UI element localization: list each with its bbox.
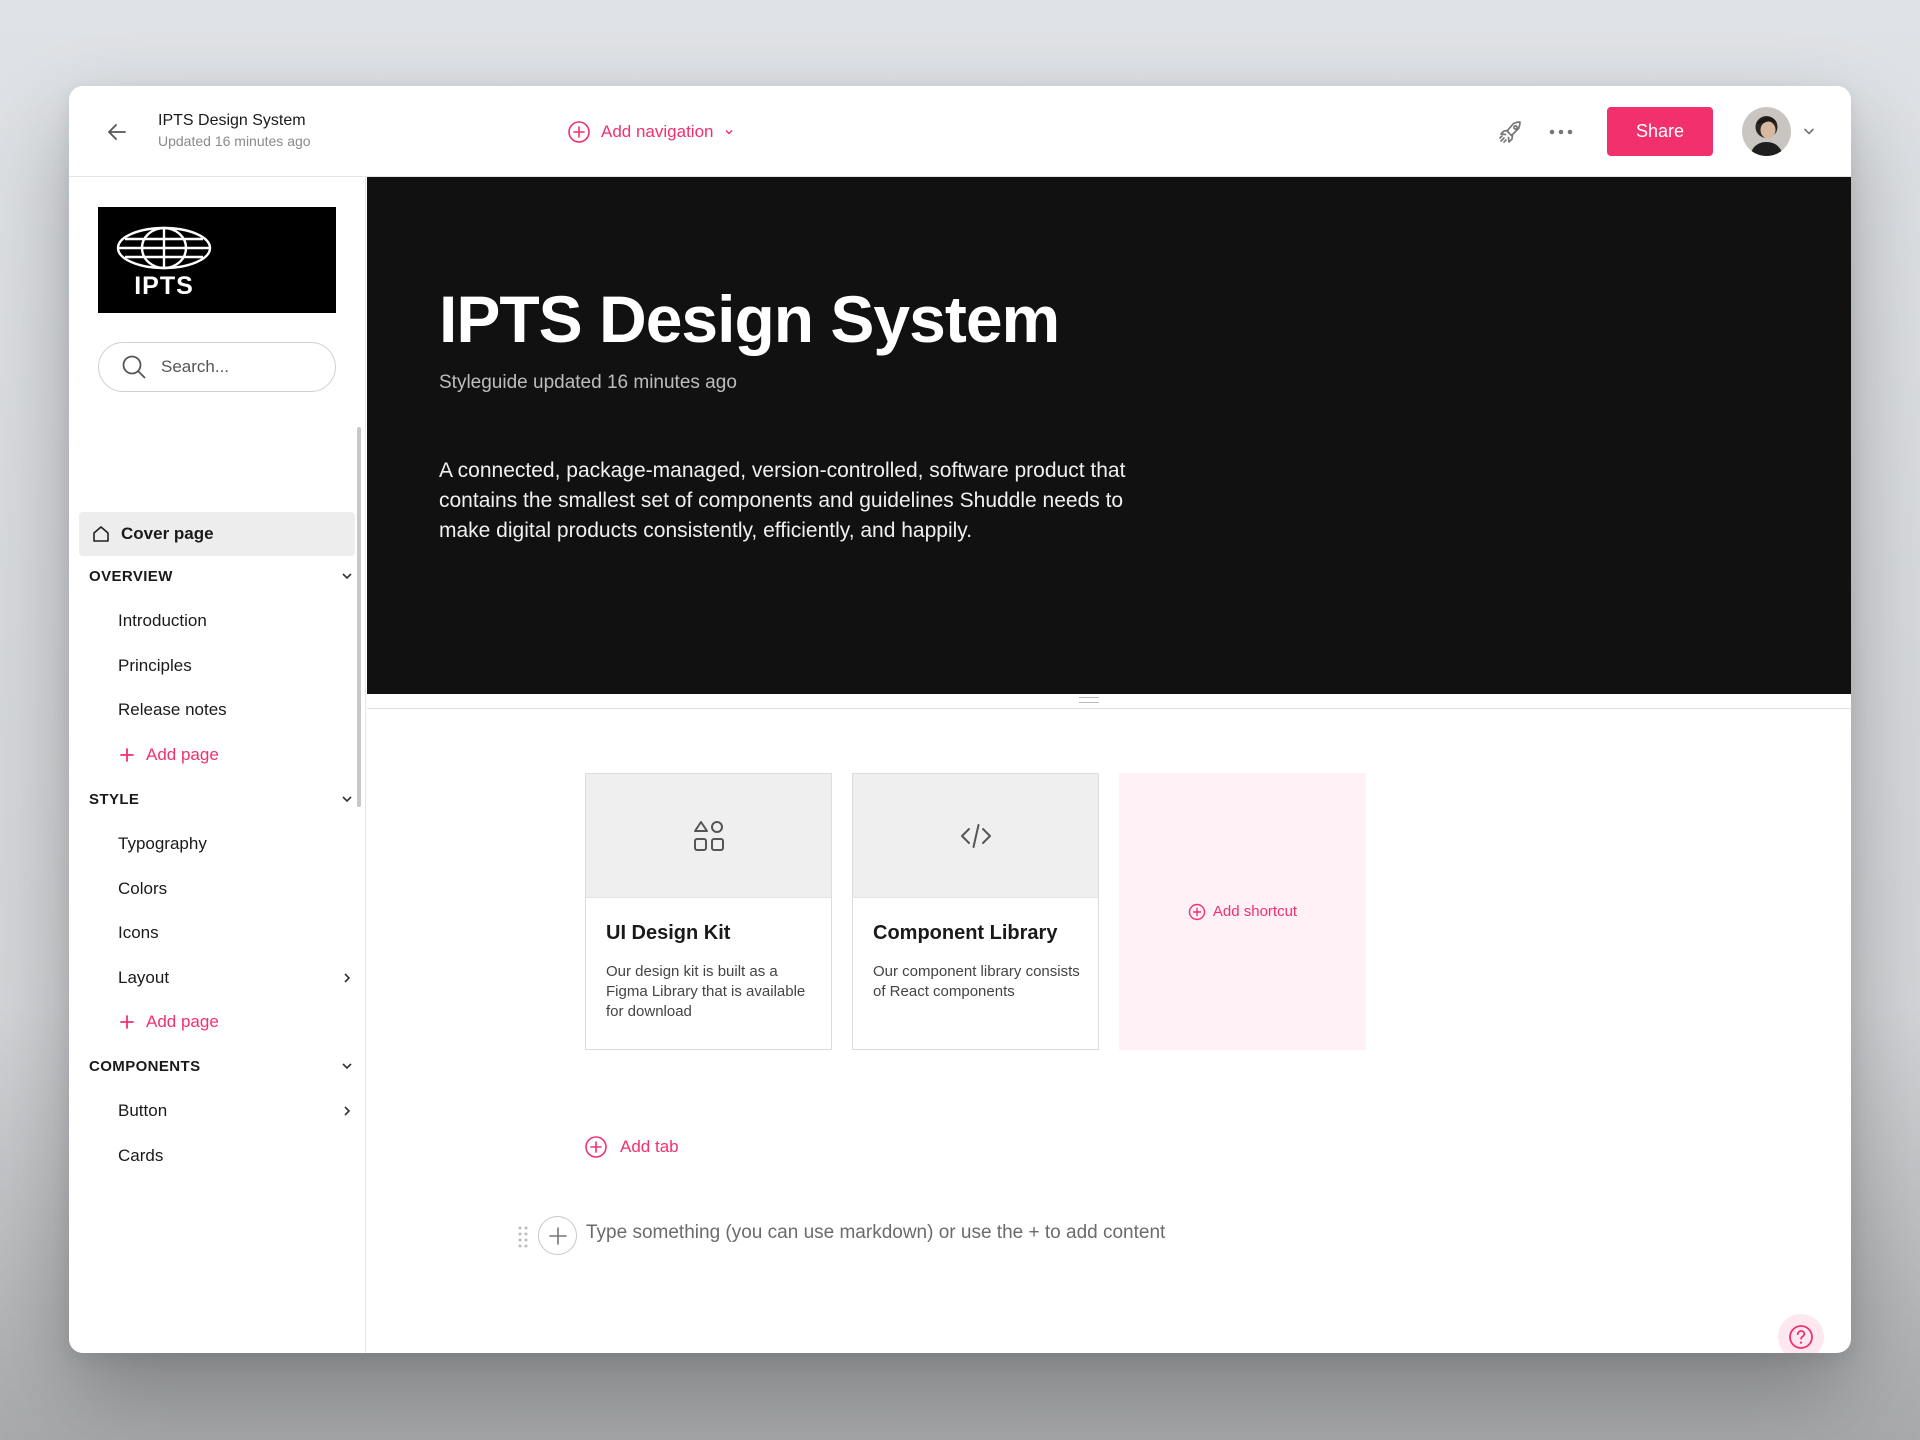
hero-divider <box>367 708 1851 709</box>
cover-hero: IPTS Design System Styleguide updated 16… <box>367 177 1851 694</box>
section-components[interactable]: COMPONENTS <box>89 1052 355 1080</box>
plus-circle-icon <box>1188 903 1206 920</box>
plus-circle-icon <box>568 121 590 143</box>
document-title: IPTS Design System <box>158 112 306 129</box>
page-description: A connected, package-managed, version-co… <box>439 459 1126 542</box>
sidebar-item-label: Cover page <box>121 524 214 543</box>
svg-text:IPTS: IPTS <box>134 272 194 300</box>
add-page-label: Add page <box>146 1012 219 1031</box>
sidebar-item-label: Icons <box>118 923 159 942</box>
chevron-right-icon <box>344 973 351 983</box>
editor-input[interactable]: Type something (you can use markdown) or… <box>586 1222 1165 1244</box>
sidebar-item-label: Layout <box>118 968 170 987</box>
home-icon <box>93 526 109 542</box>
back-arrow-icon[interactable] <box>99 114 135 150</box>
section-overview[interactable]: OVERVIEW <box>89 562 355 590</box>
chevron-down-icon[interactable] <box>1800 122 1818 140</box>
sidebar-item-layout[interactable]: Layout <box>118 963 355 993</box>
rocket-icon[interactable] <box>1493 114 1529 150</box>
plus-circle-icon <box>585 1136 607 1158</box>
section-style[interactable]: STYLE <box>89 785 355 813</box>
add-shortcut-label: Add shortcut <box>1212 903 1298 920</box>
sidebar-item-icons[interactable]: Icons <box>118 918 355 948</box>
app-window: IPTS Design System Updated 16 minutes ag… <box>69 86 1851 1353</box>
card-description: Our design kit is built as a Figma Libra… <box>606 963 806 1020</box>
chevron-down-icon <box>342 1063 352 1070</box>
code-icon <box>960 823 991 848</box>
search-icon <box>122 355 146 379</box>
sidebar-item-label: Button <box>118 1101 168 1120</box>
plus-icon <box>120 748 134 762</box>
add-shortcut-button[interactable]: Add shortcut <box>1119 773 1366 1050</box>
sidebar-item-cover-page[interactable]: Cover page <box>79 512 355 556</box>
add-block-button[interactable] <box>538 1216 577 1255</box>
add-page-label: Add page <box>146 745 219 764</box>
card-description: Our component library consists of React … <box>873 963 1080 1000</box>
top-bar: IPTS Design System Updated 16 minutes ag… <box>69 86 1851 177</box>
search-input[interactable] <box>161 357 311 377</box>
plus-icon <box>120 1015 134 1029</box>
sidebar-item-typography[interactable]: Typography <box>118 829 355 859</box>
sidebar-item-cards[interactable]: Cards <box>118 1141 355 1171</box>
chevron-down-icon <box>725 129 734 135</box>
sidebar-scrollbar[interactable] <box>357 427 361 807</box>
sidebar-item-label: Introduction <box>118 611 207 630</box>
add-page-button[interactable]: Add page <box>118 740 219 770</box>
shortcut-card-component-library[interactable]: Component Library Our component library … <box>852 773 1099 1050</box>
sidebar-item-introduction[interactable]: Introduction <box>118 606 355 636</box>
resize-handle[interactable] <box>1079 697 1099 703</box>
sidebar: IPTS Cover page OVERVIEW Introduction Pr… <box>69 177 366 1353</box>
section-title: STYLE <box>89 790 140 808</box>
sidebar-item-colors[interactable]: Colors <box>118 874 355 904</box>
add-tab-button[interactable]: Add tab <box>584 1133 679 1161</box>
document-updated: Updated 16 minutes ago <box>158 133 311 149</box>
more-options-icon[interactable] <box>1543 114 1579 150</box>
add-navigation-button[interactable]: Add navigation <box>567 118 735 146</box>
add-tab-label: Add tab <box>620 1137 679 1156</box>
chevron-down-icon <box>342 573 352 580</box>
page-title: IPTS Design System <box>439 282 1060 356</box>
sidebar-item-button[interactable]: Button <box>118 1096 355 1126</box>
sidebar-item-label: Principles <box>118 656 192 675</box>
sidebar-item-label: Cards <box>118 1146 164 1165</box>
sidebar-item-release-notes[interactable]: Release notes <box>118 695 355 725</box>
section-title: COMPONENTS <box>89 1057 201 1075</box>
drag-handle-icon[interactable] <box>517 1224 529 1248</box>
add-page-button[interactable]: Add page <box>118 1007 219 1037</box>
card-title: Component Library <box>873 922 1058 944</box>
chevron-down-icon <box>342 796 352 803</box>
plus-icon <box>548 1226 567 1245</box>
sidebar-item-label: Typography <box>118 834 207 853</box>
page-subtitle: Styleguide updated 16 minutes ago <box>439 372 737 393</box>
search-box[interactable] <box>98 342 336 392</box>
card-icon-area <box>853 774 1098 898</box>
chevron-right-icon <box>344 1106 351 1116</box>
sidebar-item-principles[interactable]: Principles <box>118 651 355 681</box>
card-icon-area <box>586 774 831 898</box>
shapes-icon <box>693 820 724 851</box>
add-navigation-label: Add navigation <box>601 122 714 141</box>
shortcut-card-ui-design-kit[interactable]: UI Design Kit Our design kit is built as… <box>585 773 832 1050</box>
sidebar-item-label: Release notes <box>118 700 227 719</box>
sidebar-item-label: Colors <box>118 879 168 898</box>
section-title: OVERVIEW <box>89 567 173 585</box>
ipts-logo: IPTS <box>98 207 336 313</box>
share-button[interactable]: Share <box>1607 107 1713 156</box>
avatar[interactable] <box>1742 107 1791 156</box>
help-icon[interactable] <box>1778 1314 1824 1353</box>
card-title: UI Design Kit <box>606 922 731 944</box>
